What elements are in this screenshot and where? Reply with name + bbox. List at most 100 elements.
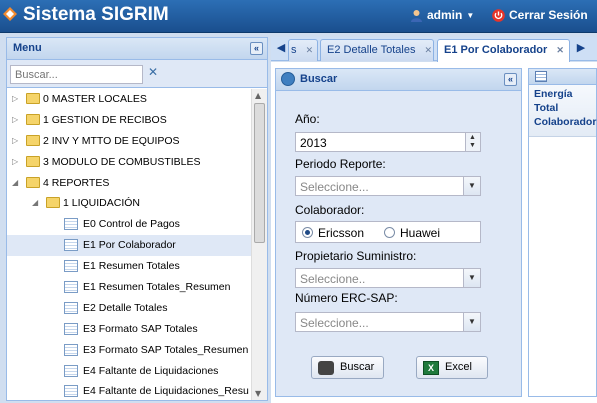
erc-select[interactable]: Seleccione... ▼ <box>295 312 481 332</box>
tree-item-e3-formato-sap[interactable]: E3 Formato SAP Totales <box>7 319 252 340</box>
tree-item-combustibles[interactable]: ▷ 3 MODULO DE COMBUSTIBLES <box>7 152 252 173</box>
excel-button[interactable]: X Excel <box>416 356 488 379</box>
menu-panel-header: Menu « <box>7 38 267 60</box>
grid-icon <box>535 71 547 82</box>
collapse-arrow-icon[interactable]: ◢ <box>12 178 21 187</box>
expand-arrow-icon[interactable]: ▷ <box>12 115 21 124</box>
grid-column-header[interactable]: Energía Total Colaborador <box>529 85 596 137</box>
binoculars-icon <box>318 361 334 375</box>
logout-label: Cerrar Sesión <box>509 8 588 22</box>
report-icon <box>64 364 78 377</box>
close-icon[interactable]: ✕ <box>556 45 564 56</box>
erc-placeholder: Seleccione... <box>300 316 369 330</box>
menu-panel: Menu « ✕ ▷ 0 MASTER LOCALES ▷ 1 GESTION … <box>6 37 268 401</box>
search-panel-title: Buscar <box>300 73 338 85</box>
tree-item-e4-faltante-resumen[interactable]: E4 Faltante de Liquidaciones_Resu <box>7 381 252 400</box>
scroll-up-icon[interactable]: ▲ <box>255 91 261 100</box>
search-panel-header: Buscar « <box>276 69 521 91</box>
tab-scroll-right-icon[interactable]: ▶ <box>574 41 588 57</box>
report-icon <box>64 301 78 314</box>
spin-down-icon[interactable]: ▼ <box>469 142 476 150</box>
colaborador-radio-group: Ericsson Huawei <box>295 221 481 243</box>
tab-e1-por-colaborador[interactable]: E1 Por Colaborador ✕ <box>437 39 570 62</box>
app-title: Sistema SIGRIM <box>23 4 169 25</box>
tree-item-e2-detalle-totales[interactable]: E2 Detalle Totales <box>7 298 252 319</box>
tree-item-e0-control-pagos[interactable]: E0 Control de Pagos <box>7 214 252 235</box>
tree-item-gestion-recibos[interactable]: ▷ 1 GESTION DE RECIBOS <box>7 110 252 131</box>
search-button-label: Buscar <box>340 361 375 373</box>
propietario-select[interactable]: Seleccione.. ▼ <box>295 268 481 288</box>
menu-scrollbar[interactable]: ▲ ▼ <box>251 89 267 400</box>
folder-icon <box>26 93 40 104</box>
user-name: admin <box>427 8 463 22</box>
report-icon <box>64 260 78 273</box>
tree-item-inv-mtto[interactable]: ▷ 2 INV Y MTTO DE EQUIPOS <box>7 131 252 152</box>
menu-title: Menu <box>13 42 42 54</box>
results-grid: Energía Total Colaborador <box>528 68 597 397</box>
collapse-left-icon[interactable]: « <box>250 42 263 55</box>
tree-item-label: E2 Detalle Totales <box>83 301 168 314</box>
expand-arrow-icon[interactable]: ▷ <box>12 136 21 145</box>
tree-item-e1-resumen-totales-resumen[interactable]: E1 Resumen Totales_Resumen <box>7 277 252 298</box>
scroll-down-icon[interactable]: ▼ <box>255 389 261 398</box>
year-spinner[interactable]: ▲ ▼ <box>465 133 480 151</box>
user-icon <box>411 9 422 22</box>
chevron-down-icon[interactable]: ▼ <box>463 269 480 287</box>
expand-arrow-icon[interactable]: ▷ <box>12 94 21 103</box>
tree-item-e1-resumen-totales[interactable]: E1 Resumen Totales <box>7 256 252 277</box>
tree-item-e3-formato-sap-resumen[interactable]: E3 Formato SAP Totales_Resumen <box>7 340 252 361</box>
folder-open-icon <box>46 197 60 209</box>
app-logo-icon <box>3 7 17 21</box>
tab-label: s <box>291 44 297 56</box>
propietario-placeholder: Seleccione.. <box>300 272 366 286</box>
chevron-down-icon[interactable]: ▼ <box>463 313 480 331</box>
expand-arrow-icon[interactable]: ▷ <box>12 157 21 166</box>
tree-item-label: E1 Resumen Totales <box>83 260 180 273</box>
report-icon <box>64 218 78 231</box>
user-menu[interactable]: admin ▼ <box>410 8 474 22</box>
collapse-left-icon[interactable]: « <box>504 73 517 86</box>
folder-icon <box>26 134 40 146</box>
tab-label: E1 Por Colaborador <box>444 44 548 56</box>
close-icon[interactable]: ✕ <box>425 45 433 56</box>
search-button[interactable]: Buscar <box>311 356 384 379</box>
excel-icon: X <box>423 361 439 375</box>
radio-label-ericsson: Ericsson <box>318 226 365 240</box>
colaborador-label: Colaborador: <box>295 203 365 217</box>
tab-partial[interactable]: s ✕ <box>288 39 318 61</box>
tree-item-label: E3 Formato SAP Totales_Resumen <box>83 343 249 356</box>
menu-tree: ▷ 0 MASTER LOCALES ▷ 1 GESTION DE RECIBO… <box>7 89 252 400</box>
chevron-down-icon[interactable]: ▼ <box>463 177 480 195</box>
tab-e2-detalle-totales[interactable]: E2 Detalle Totales ✕ <box>320 39 434 61</box>
periodo-placeholder: Seleccione... <box>300 180 369 194</box>
folder-icon <box>26 155 40 167</box>
clear-search-icon[interactable]: ✕ <box>146 65 160 82</box>
tree-item-master-locales[interactable]: ▷ 0 MASTER LOCALES <box>7 89 252 110</box>
year-field[interactable]: 2013 ▲ ▼ <box>295 132 481 152</box>
menu-search-input[interactable] <box>10 65 143 84</box>
tree-item-label: E1 Por Colaborador <box>83 239 176 252</box>
grid-toolbar <box>529 69 596 85</box>
tree-item-reportes[interactable]: ◢ 4 REPORTES <box>7 173 252 194</box>
scroll-thumb[interactable] <box>254 103 265 243</box>
tab-scroll-left-icon[interactable]: ◀ <box>274 41 288 57</box>
propietario-label: Propietario Suministro: <box>295 249 417 263</box>
tree-item-e1-por-colaborador[interactable]: E1 Por Colaborador <box>7 235 252 257</box>
radio-label-huawei: Huawei <box>400 226 441 240</box>
search-panel: Buscar « Año: 2013 ▲ ▼ Periodo Reporte: … <box>275 68 522 397</box>
collapse-arrow-icon[interactable]: ◢ <box>32 198 41 207</box>
radio-huawei[interactable] <box>384 227 395 238</box>
tree-item-liquidacion[interactable]: ◢ 1 LIQUIDACIÓN <box>7 193 252 214</box>
close-icon[interactable]: ✕ <box>306 45 314 56</box>
report-icon <box>64 343 78 356</box>
periodo-select[interactable]: Seleccione... ▼ <box>295 176 481 196</box>
periodo-label: Periodo Reporte: <box>295 157 386 171</box>
chevron-down-icon: ▼ <box>466 10 475 20</box>
logout-button[interactable]: Cerrar Sesión <box>492 8 588 22</box>
excel-button-label: Excel <box>445 361 472 373</box>
radio-ericsson[interactable] <box>302 227 313 238</box>
erc-label: Número ERC-SAP: <box>295 291 398 305</box>
spin-up-icon[interactable]: ▲ <box>469 134 476 142</box>
tree-item-e4-faltante[interactable]: E4 Faltante de Liquidaciones <box>7 361 252 382</box>
tree-item-label: 0 MASTER LOCALES <box>43 93 147 105</box>
